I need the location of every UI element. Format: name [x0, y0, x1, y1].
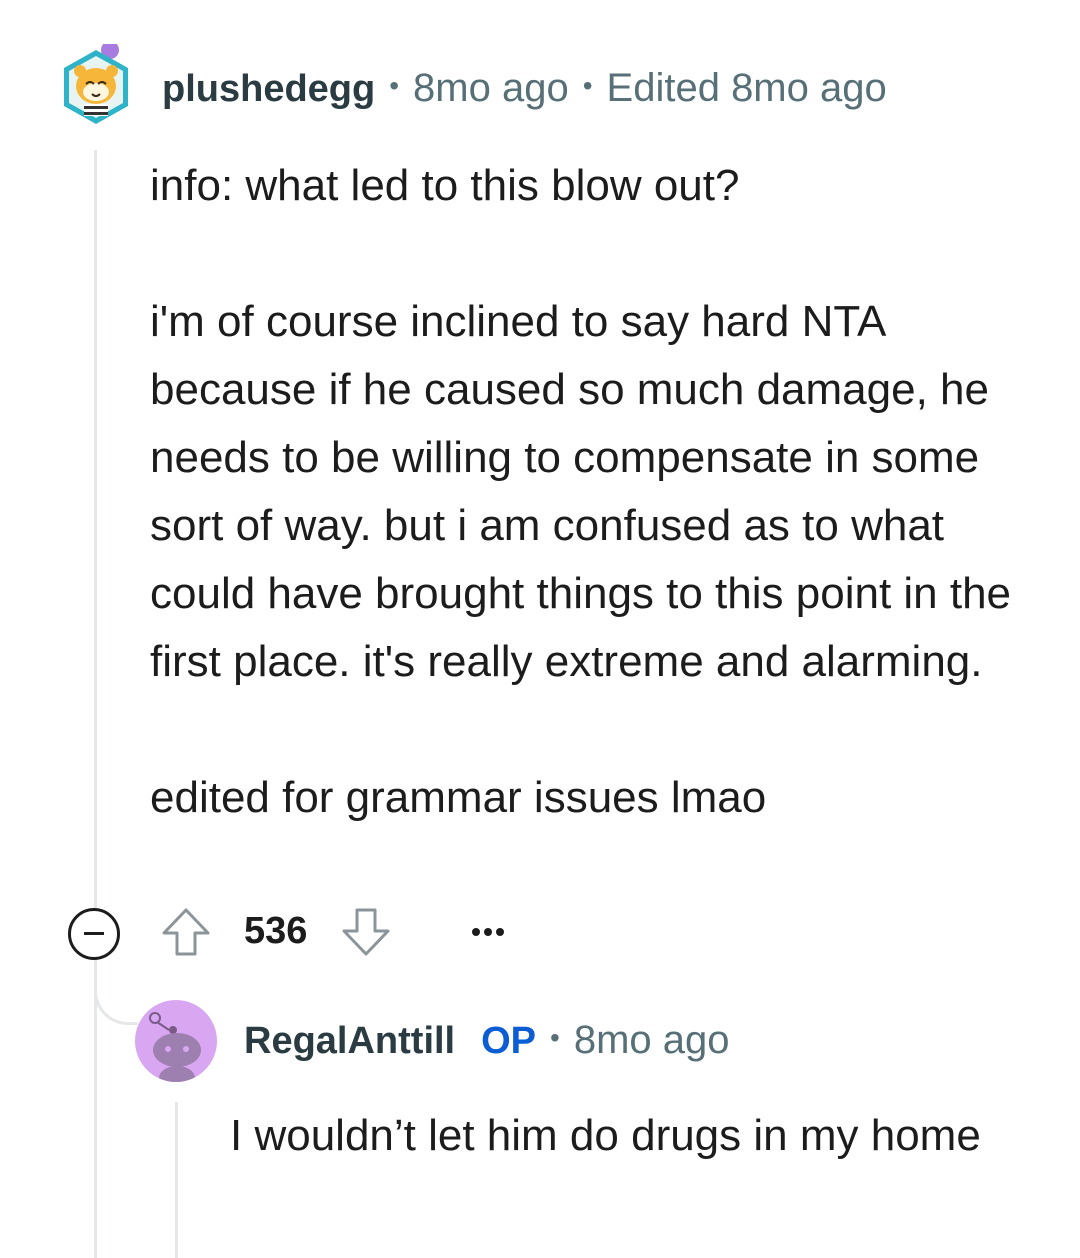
comment-paragraph: i'm of course inclined to say hard NTA b…	[150, 297, 1012, 686]
separator-dot: •	[582, 70, 593, 102]
reply-timestamp: 8mo ago	[573, 1018, 730, 1062]
downvote-button[interactable]	[340, 906, 392, 963]
collapse-thread-button[interactable]	[68, 908, 120, 960]
reply-thread-line[interactable]	[175, 1102, 178, 1258]
reply-body: I wouldn’t let him do drugs in my home	[230, 1111, 981, 1160]
minus-icon	[84, 932, 104, 935]
snoo-avatar-icon[interactable]	[135, 1000, 217, 1082]
separator-dot: •	[389, 70, 400, 102]
thread-connector	[94, 965, 138, 1025]
comment-timestamp: 8mo ago	[413, 66, 569, 110]
op-badge: OP	[481, 1020, 537, 1062]
reply-username[interactable]: RegalAnttill	[244, 1020, 455, 1062]
separator-dot: •	[550, 1022, 560, 1054]
comment-paragraph: edited for grammar issues lmao	[150, 773, 767, 822]
comment-body: info: what led to this blow out? i'm of …	[150, 152, 1030, 832]
comment-edited-timestamp: Edited 8mo ago	[606, 66, 887, 110]
upvote-button[interactable]	[160, 906, 212, 963]
reply-meta: RegalAnttill OP • 8mo ago	[244, 1018, 730, 1063]
comment-paragraph: info: what led to this blow out?	[150, 161, 740, 210]
thread-line[interactable]	[94, 150, 97, 1258]
comment-meta: plushedegg • 8mo ago • Edited 8mo ago	[162, 66, 887, 111]
downvote-arrow-icon	[342, 908, 390, 956]
comment-username[interactable]: plushedegg	[162, 68, 375, 110]
upvote-arrow-icon	[162, 908, 210, 956]
more-dots-icon	[472, 928, 504, 936]
vote-score: 536	[244, 910, 308, 952]
tiger-avatar-icon[interactable]	[60, 41, 132, 128]
more-options-button[interactable]	[468, 924, 508, 945]
